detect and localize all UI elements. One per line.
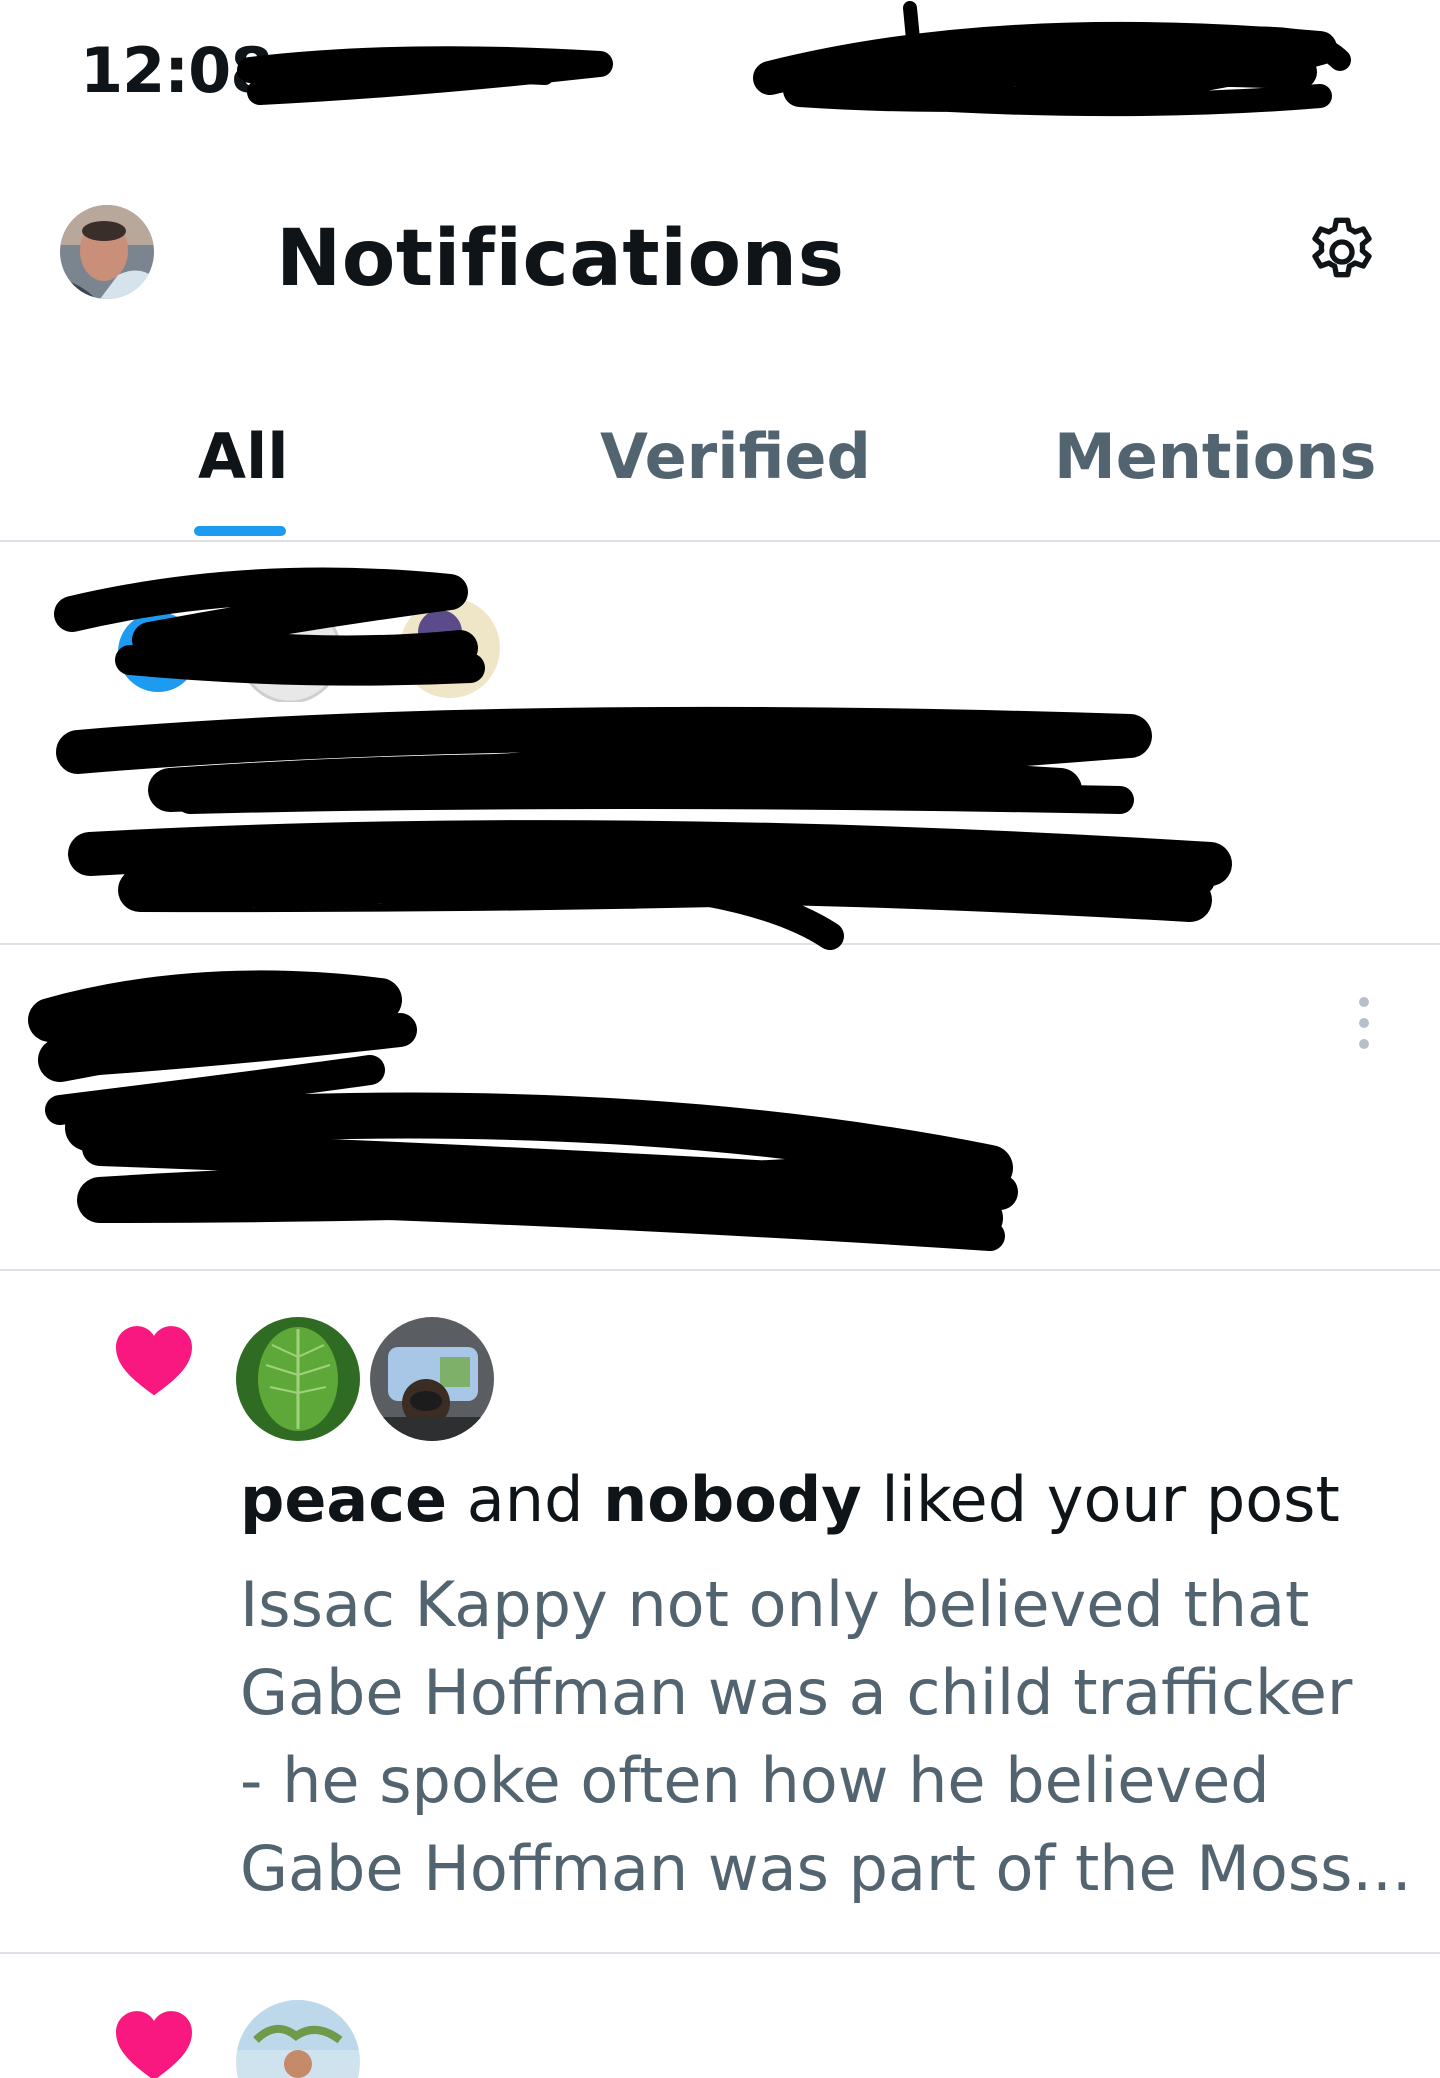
- active-tab-indicator: [194, 526, 286, 536]
- status-time: 12:08: [80, 34, 273, 107]
- notification-item[interactable]: [0, 1954, 1440, 2078]
- profile-avatar[interactable]: [60, 205, 154, 299]
- notifications-screen: 12:08 Notifications All Verified Mention…: [0, 0, 1440, 2078]
- tab-verified[interactable]: Verified: [600, 420, 871, 493]
- post-preview-line: Gabe Hoffman was a child trafficker: [240, 1656, 1353, 1729]
- gear-icon[interactable]: [1302, 212, 1382, 292]
- tab-all[interactable]: All: [198, 420, 289, 493]
- notification-text: peace and nobody liked your post: [240, 1463, 1340, 1536]
- tab-bar: All Verified Mentions: [0, 400, 1440, 542]
- notification-item[interactable]: [0, 945, 1440, 1271]
- post-preview-line: - he spoke often how he believed: [240, 1744, 1270, 1817]
- post-preview-line: Issac Kappy not only believed that: [240, 1568, 1310, 1641]
- status-bar: 12:08: [0, 0, 1440, 150]
- action-text: liked your post: [881, 1463, 1340, 1536]
- tab-mentions[interactable]: Mentions: [1054, 420, 1376, 493]
- username[interactable]: peace: [240, 1463, 447, 1536]
- header: Notifications: [0, 190, 1440, 330]
- partial-avatars: [118, 598, 500, 702]
- connector-text: and: [466, 1463, 584, 1536]
- avatar[interactable]: [370, 1317, 494, 1441]
- avatar[interactable]: [236, 1317, 360, 1441]
- notification-item[interactable]: peace and nobody liked your post Issac K…: [0, 1271, 1440, 1954]
- post-preview[interactable]: Issac Kappy not only believed that Gabe …: [240, 1561, 1412, 1913]
- heart-icon: [116, 1326, 192, 1396]
- avatar[interactable]: [236, 2000, 360, 2078]
- post-preview-line: Gabe Hoffman was part of the Moss...: [240, 1832, 1412, 1905]
- page-title: Notifications: [276, 214, 845, 304]
- notification-item[interactable]: [0, 542, 1440, 945]
- more-vertical-icon[interactable]: [1352, 997, 1376, 1061]
- username[interactable]: nobody: [603, 1463, 862, 1536]
- heart-icon: [116, 2011, 192, 2078]
